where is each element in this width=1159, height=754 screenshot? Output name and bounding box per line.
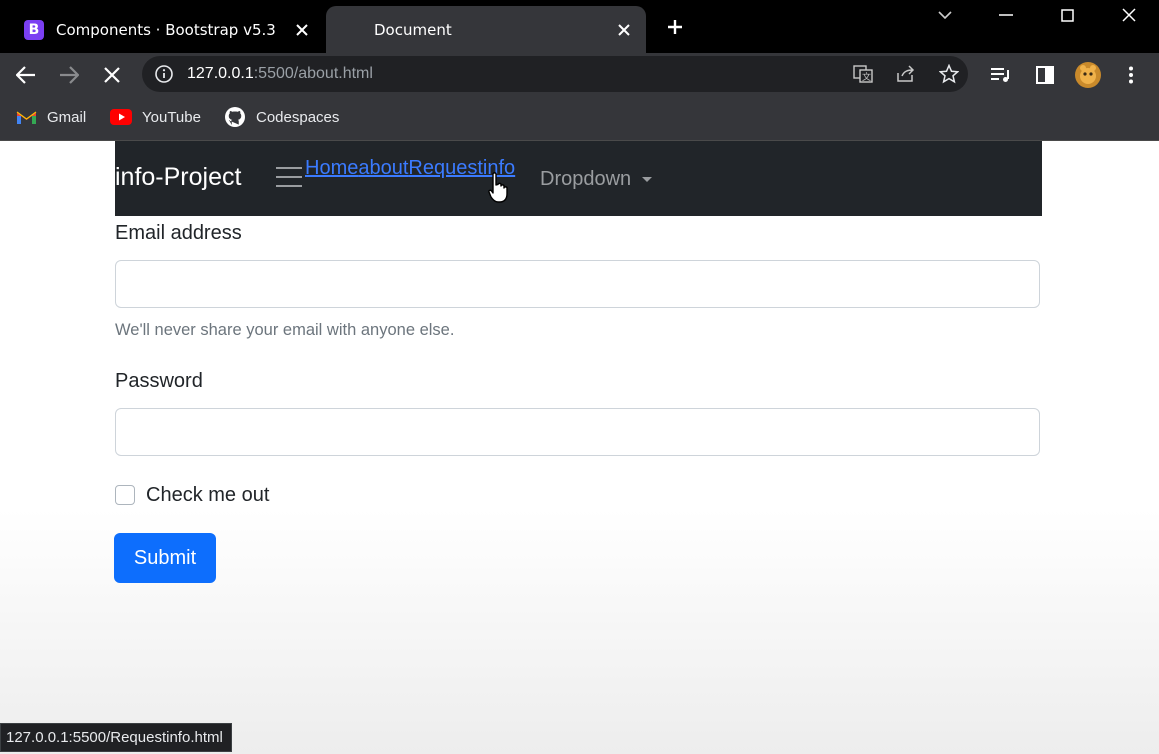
tab-title: Document: [374, 20, 452, 39]
password-label: Password: [115, 370, 203, 392]
page-viewport: info-Project HomeaboutRequestinfo Dropdo…: [0, 141, 1159, 754]
bookmark-star-icon[interactable]: [938, 63, 960, 88]
share-icon[interactable]: [896, 65, 916, 87]
email-help-text: We'll never share your email with anyone…: [115, 321, 455, 339]
side-panel-icon[interactable]: [1031, 61, 1059, 89]
forward-arrow-icon[interactable]: [55, 61, 83, 89]
password-field[interactable]: [115, 408, 1040, 456]
caret-down-icon: [642, 177, 653, 182]
email-field[interactable]: [115, 260, 1040, 308]
check-me-out-checkbox[interactable]: [115, 485, 135, 505]
bookmark-codespaces[interactable]: Codespaces: [224, 106, 339, 128]
tab-components[interactable]: B Components · Bootstrap v5.3: [12, 6, 324, 53]
gmail-icon: [16, 111, 37, 124]
nav-dropdown[interactable]: Dropdown: [540, 168, 653, 191]
hamburger-menu-icon[interactable]: [276, 167, 302, 189]
nav-link-about[interactable]: about: [358, 157, 408, 179]
tab-search-chevron-icon[interactable]: [916, 0, 974, 30]
media-queue-icon[interactable]: [987, 61, 1015, 89]
new-tab-plus-icon[interactable]: [662, 14, 688, 40]
maximize-icon[interactable]: [1038, 0, 1096, 30]
bootstrap-favicon-icon: B: [24, 19, 44, 40]
hand-pointer-cursor-icon: [488, 172, 508, 208]
back-arrow-icon[interactable]: [12, 61, 40, 89]
bookmarks-bar: Gmail YouTube Codespaces: [0, 97, 1159, 141]
close-icon[interactable]: [614, 20, 634, 40]
nav-link-home[interactable]: Home: [305, 157, 358, 179]
bookmark-youtube[interactable]: YouTube: [110, 106, 201, 128]
minimize-icon[interactable]: [977, 0, 1035, 30]
email-label: Email address: [115, 222, 242, 244]
stop-loading-x-icon[interactable]: [98, 61, 126, 89]
github-icon: [225, 107, 245, 127]
url-text: 127.0.0.1:5500/about.html: [187, 65, 373, 82]
tab-strip: B Components · Bootstrap v5.3 Document: [0, 0, 1159, 53]
translate-icon[interactable]: 文: [853, 65, 873, 87]
window-close-icon[interactable]: [1100, 0, 1158, 30]
nav-links: HomeaboutRequestinfo: [305, 157, 515, 180]
svg-text:文: 文: [862, 71, 871, 83]
tab-title: Components · Bootstrap v5.3: [56, 20, 276, 39]
check-me-out-label[interactable]: Check me out: [146, 484, 269, 507]
navbar-brand[interactable]: info-Project: [115, 163, 241, 192]
profile-avatar[interactable]: [1074, 61, 1102, 89]
close-icon[interactable]: [292, 20, 312, 40]
navbar: info-Project HomeaboutRequestinfo Dropdo…: [115, 141, 1042, 216]
tab-document[interactable]: Document: [326, 6, 646, 53]
browser-toolbar: 127.0.0.1:5500/about.html 文: [0, 53, 1159, 97]
site-info-icon[interactable]: [155, 65, 173, 87]
more-menu-icon[interactable]: [1117, 61, 1145, 89]
status-url-bubble: 127.0.0.1:5500/Requestinfo.html: [0, 723, 232, 752]
address-bar[interactable]: 127.0.0.1:5500/about.html 文: [142, 56, 968, 92]
submit-button[interactable]: Submit: [114, 533, 216, 583]
bookmark-gmail[interactable]: Gmail: [16, 106, 86, 128]
youtube-icon: [110, 109, 132, 125]
